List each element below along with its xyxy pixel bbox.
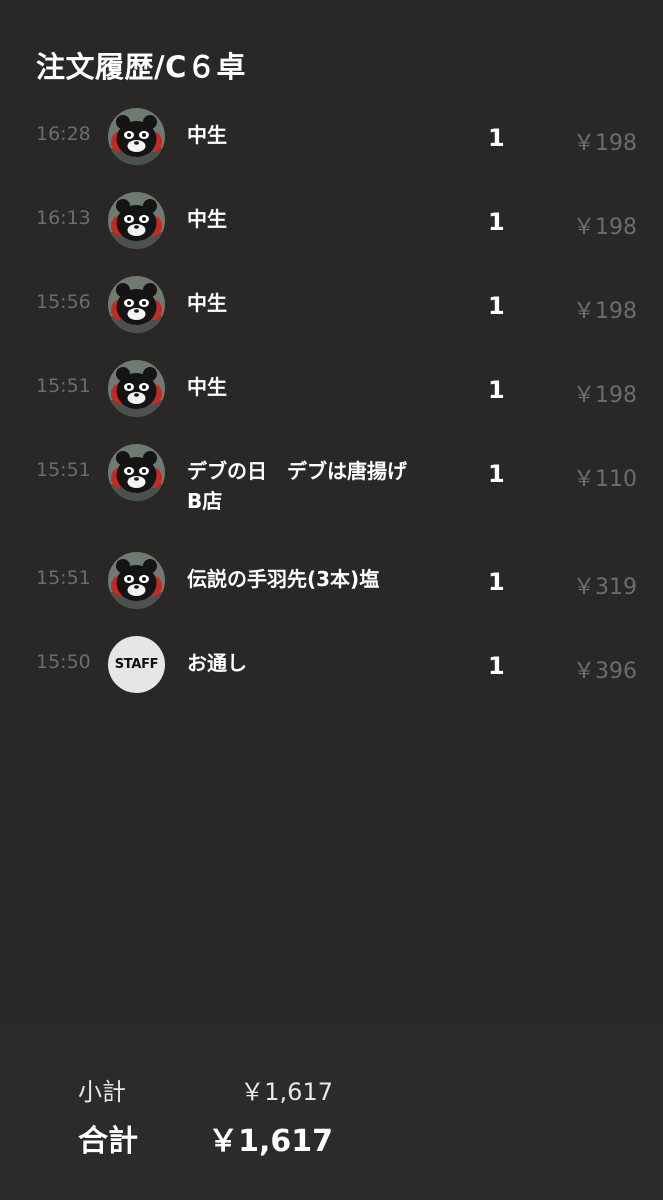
order-row[interactable]: 15:56 中生 1 ￥198: [0, 274, 663, 358]
order-item-name: 中生: [187, 207, 227, 231]
order-time: 15:50: [36, 651, 91, 673]
order-item-name: デブの日 デブは唐揚げ B店: [187, 459, 427, 513]
kumamon-avatar-icon: [108, 444, 165, 501]
subtotal-label: 小計: [78, 1078, 126, 1106]
order-item-name: 中生: [187, 375, 227, 399]
order-time: 15:56: [36, 291, 91, 313]
order-item-name: 中生: [187, 291, 227, 315]
order-price: ￥319: [573, 575, 637, 600]
subtotal-value: ￥1,617: [240, 1078, 333, 1106]
order-row[interactable]: 15:51 伝説の手羽先(3本)塩 1 ￥319: [0, 550, 663, 634]
order-row[interactable]: 15:51 中生 1 ￥198: [0, 358, 663, 442]
kumamon-avatar-icon: [108, 360, 165, 417]
order-quantity: 1: [488, 652, 505, 680]
order-time: 15:51: [36, 375, 91, 397]
order-quantity: 1: [488, 208, 505, 236]
order-row[interactable]: 16:13 中生 1 ￥198: [0, 190, 663, 274]
order-time: 16:28: [36, 123, 91, 145]
order-quantity: 1: [488, 460, 505, 488]
total-value: ￥1,617: [208, 1124, 333, 1159]
order-price: ￥198: [573, 299, 637, 324]
order-price: ￥198: [573, 131, 637, 156]
staff-avatar-icon: STAFF: [108, 636, 165, 693]
order-item-name: お通し: [187, 651, 247, 675]
order-price: ￥198: [573, 215, 637, 240]
order-row[interactable]: 15:51 デブの日 デブは唐揚げ B店 1 ￥110: [0, 442, 663, 550]
order-row[interactable]: 15:50 STAFF お通し 1 ￥396: [0, 634, 663, 718]
order-row[interactable]: 16:28 中生 1 ￥198: [0, 106, 663, 190]
order-summary: 小計 ￥1,617 合計 ￥1,617: [0, 1024, 663, 1200]
kumamon-avatar-icon: [108, 552, 165, 609]
order-history-list: 16:28 中生 1 ￥198 16:13 中生 1 ￥198 15:56 中生…: [0, 106, 663, 718]
order-price: ￥396: [573, 659, 637, 684]
total-label: 合計: [78, 1124, 138, 1159]
order-price: ￥110: [573, 467, 637, 492]
order-time: 15:51: [36, 567, 91, 589]
order-quantity: 1: [488, 124, 505, 152]
order-quantity: 1: [488, 568, 505, 596]
order-time: 15:51: [36, 459, 91, 481]
order-quantity: 1: [488, 292, 505, 320]
order-item-name: 伝説の手羽先(3本)塩: [187, 567, 380, 591]
kumamon-avatar-icon: [108, 192, 165, 249]
kumamon-avatar-icon: [108, 108, 165, 165]
order-quantity: 1: [488, 376, 505, 404]
kumamon-avatar-icon: [108, 276, 165, 333]
order-time: 16:13: [36, 207, 91, 229]
order-item-name: 中生: [187, 123, 227, 147]
page-title: 注文履歴/C６卓: [36, 50, 246, 84]
order-price: ￥198: [573, 383, 637, 408]
